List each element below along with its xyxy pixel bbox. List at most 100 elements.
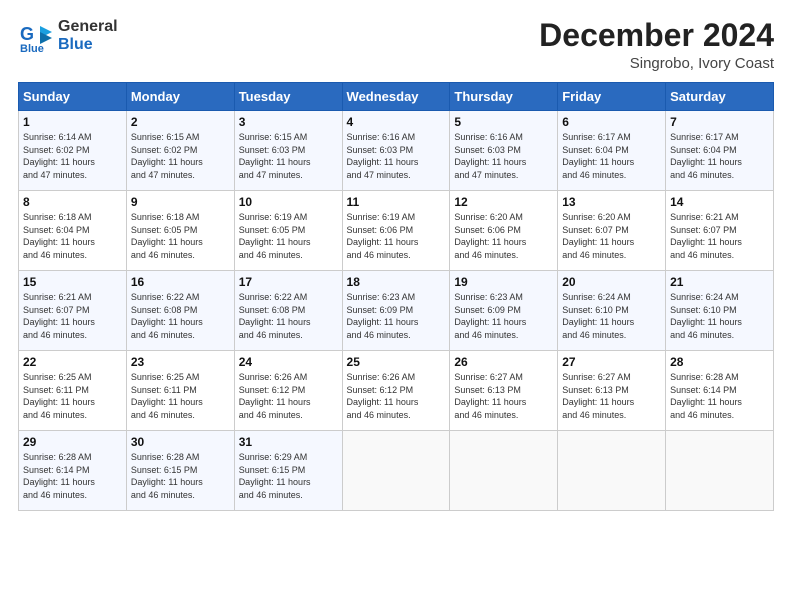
day-info: Sunrise: 6:24 AM Sunset: 6:10 PM Dayligh… (670, 291, 769, 341)
header-day-thursday: Thursday (450, 83, 558, 111)
calendar-body: 1Sunrise: 6:14 AM Sunset: 6:02 PM Daylig… (19, 111, 774, 511)
day-info: Sunrise: 6:19 AM Sunset: 6:06 PM Dayligh… (347, 211, 446, 261)
day-info: Sunrise: 6:14 AM Sunset: 6:02 PM Dayligh… (23, 131, 122, 181)
day-number: 17 (239, 275, 338, 289)
week-row-5: 29Sunrise: 6:28 AM Sunset: 6:14 PM Dayli… (19, 431, 774, 511)
day-cell: 21 Sunrise: 6:24 AM Sunset: 6:10 PM Dayli… (666, 271, 774, 351)
day-cell (666, 431, 774, 511)
day-cell: 16 Sunrise: 6:22 AM Sunset: 6:08 PM Dayli… (126, 271, 234, 351)
day-number: 26 (454, 355, 553, 369)
day-info: Sunrise: 6:28 AM Sunset: 6:15 PM Dayligh… (131, 451, 230, 501)
week-row-3: 15 Sunrise: 6:21 AM Sunset: 6:07 PM Dayli… (19, 271, 774, 351)
day-info: Sunrise: 6:27 AM Sunset: 6:13 PM Dayligh… (454, 371, 553, 421)
day-info: Sunrise: 6:26 AM Sunset: 6:12 PM Dayligh… (347, 371, 446, 421)
day-number: 14 (670, 195, 769, 209)
logo-line2: Blue (58, 36, 118, 54)
logo-icon: G Blue (18, 18, 54, 54)
day-cell: 24Sunrise: 6:26 AM Sunset: 6:12 PM Dayli… (234, 351, 342, 431)
day-number: 5 (454, 115, 553, 129)
day-cell: 20 Sunrise: 6:24 AM Sunset: 6:10 PM Dayli… (558, 271, 666, 351)
day-cell: 14 Sunrise: 6:21 AM Sunset: 6:07 PM Dayli… (666, 191, 774, 271)
day-number: 20 (562, 275, 661, 289)
day-cell: 1Sunrise: 6:14 AM Sunset: 6:02 PM Daylig… (19, 111, 127, 191)
page: G Blue General Blue December 2024 Singro… (0, 0, 792, 612)
day-number: 22 (23, 355, 122, 369)
header-day-wednesday: Wednesday (342, 83, 450, 111)
day-number: 27 (562, 355, 661, 369)
day-info: Sunrise: 6:18 AM Sunset: 6:04 PM Dayligh… (23, 211, 122, 261)
day-info: Sunrise: 6:17 AM Sunset: 6:04 PM Dayligh… (562, 131, 661, 181)
header-day-tuesday: Tuesday (234, 83, 342, 111)
day-cell (342, 431, 450, 511)
day-info: Sunrise: 6:17 AM Sunset: 6:04 PM Dayligh… (670, 131, 769, 181)
calendar-header: SundayMondayTuesdayWednesdayThursdayFrid… (19, 83, 774, 111)
day-info: Sunrise: 6:21 AM Sunset: 6:07 PM Dayligh… (23, 291, 122, 341)
day-cell (450, 431, 558, 511)
header-day-saturday: Saturday (666, 83, 774, 111)
day-info: Sunrise: 6:21 AM Sunset: 6:07 PM Dayligh… (670, 211, 769, 261)
day-cell: 18Sunrise: 6:23 AM Sunset: 6:09 PM Dayli… (342, 271, 450, 351)
day-info: Sunrise: 6:28 AM Sunset: 6:14 PM Dayligh… (670, 371, 769, 421)
header-day-sunday: Sunday (19, 83, 127, 111)
day-number: 6 (562, 115, 661, 129)
day-number: 25 (347, 355, 446, 369)
day-number: 24 (239, 355, 338, 369)
day-cell: 9 Sunrise: 6:18 AM Sunset: 6:05 PM Daylig… (126, 191, 234, 271)
logo: G Blue General Blue (18, 18, 118, 54)
day-cell: 25 Sunrise: 6:26 AM Sunset: 6:12 PM Dayli… (342, 351, 450, 431)
day-cell: 28Sunrise: 6:28 AM Sunset: 6:14 PM Dayli… (666, 351, 774, 431)
day-number: 11 (347, 195, 446, 209)
day-info: Sunrise: 6:25 AM Sunset: 6:11 PM Dayligh… (131, 371, 230, 421)
day-info: Sunrise: 6:23 AM Sunset: 6:09 PM Dayligh… (454, 291, 553, 341)
calendar: SundayMondayTuesdayWednesdayThursdayFrid… (18, 82, 774, 511)
svg-text:Blue: Blue (20, 43, 44, 54)
day-cell: 10Sunrise: 6:19 AM Sunset: 6:05 PM Dayli… (234, 191, 342, 271)
day-info: Sunrise: 6:20 AM Sunset: 6:06 PM Dayligh… (454, 211, 553, 261)
day-cell: 19 Sunrise: 6:23 AM Sunset: 6:09 PM Dayli… (450, 271, 558, 351)
day-number: 31 (239, 435, 338, 449)
day-info: Sunrise: 6:15 AM Sunset: 6:02 PM Dayligh… (131, 131, 230, 181)
day-cell: 8Sunrise: 6:18 AM Sunset: 6:04 PM Daylig… (19, 191, 127, 271)
svg-text:G: G (20, 24, 34, 44)
day-cell: 17Sunrise: 6:22 AM Sunset: 6:08 PM Dayli… (234, 271, 342, 351)
logo-line1: General (58, 18, 118, 36)
day-number: 4 (347, 115, 446, 129)
day-info: Sunrise: 6:28 AM Sunset: 6:14 PM Dayligh… (23, 451, 122, 501)
day-cell: 12Sunrise: 6:20 AM Sunset: 6:06 PM Dayli… (450, 191, 558, 271)
day-info: Sunrise: 6:22 AM Sunset: 6:08 PM Dayligh… (131, 291, 230, 341)
day-number: 16 (131, 275, 230, 289)
day-number: 7 (670, 115, 769, 129)
day-number: 9 (131, 195, 230, 209)
day-number: 2 (131, 115, 230, 129)
header-day-monday: Monday (126, 83, 234, 111)
day-info: Sunrise: 6:16 AM Sunset: 6:03 PM Dayligh… (347, 131, 446, 181)
day-info: Sunrise: 6:18 AM Sunset: 6:05 PM Dayligh… (131, 211, 230, 261)
day-cell: 31 Sunrise: 6:29 AM Sunset: 6:15 PM Dayli… (234, 431, 342, 511)
day-info: Sunrise: 6:27 AM Sunset: 6:13 PM Dayligh… (562, 371, 661, 421)
day-cell (558, 431, 666, 511)
location: Singrobo, Ivory Coast (539, 55, 774, 72)
day-number: 21 (670, 275, 769, 289)
day-info: Sunrise: 6:24 AM Sunset: 6:10 PM Dayligh… (562, 291, 661, 341)
logo-text: General Blue (58, 18, 118, 53)
day-cell: 11 Sunrise: 6:19 AM Sunset: 6:06 PM Dayli… (342, 191, 450, 271)
day-cell: 29Sunrise: 6:28 AM Sunset: 6:14 PM Dayli… (19, 431, 127, 511)
week-row-2: 8Sunrise: 6:18 AM Sunset: 6:04 PM Daylig… (19, 191, 774, 271)
title-block: December 2024 Singrobo, Ivory Coast (539, 18, 774, 72)
day-cell: 30 Sunrise: 6:28 AM Sunset: 6:15 PM Dayli… (126, 431, 234, 511)
day-cell: 26 Sunrise: 6:27 AM Sunset: 6:13 PM Dayli… (450, 351, 558, 431)
day-info: Sunrise: 6:29 AM Sunset: 6:15 PM Dayligh… (239, 451, 338, 501)
day-cell: 22 Sunrise: 6:25 AM Sunset: 6:11 PM Dayli… (19, 351, 127, 431)
day-info: Sunrise: 6:16 AM Sunset: 6:03 PM Dayligh… (454, 131, 553, 181)
day-number: 23 (131, 355, 230, 369)
day-number: 18 (347, 275, 446, 289)
day-cell: 13Sunrise: 6:20 AM Sunset: 6:07 PM Dayli… (558, 191, 666, 271)
day-number: 15 (23, 275, 122, 289)
header-day-friday: Friday (558, 83, 666, 111)
day-number: 19 (454, 275, 553, 289)
day-info: Sunrise: 6:19 AM Sunset: 6:05 PM Dayligh… (239, 211, 338, 261)
day-info: Sunrise: 6:25 AM Sunset: 6:11 PM Dayligh… (23, 371, 122, 421)
month-year: December 2024 (539, 18, 774, 53)
day-number: 30 (131, 435, 230, 449)
day-cell: 15 Sunrise: 6:21 AM Sunset: 6:07 PM Dayli… (19, 271, 127, 351)
